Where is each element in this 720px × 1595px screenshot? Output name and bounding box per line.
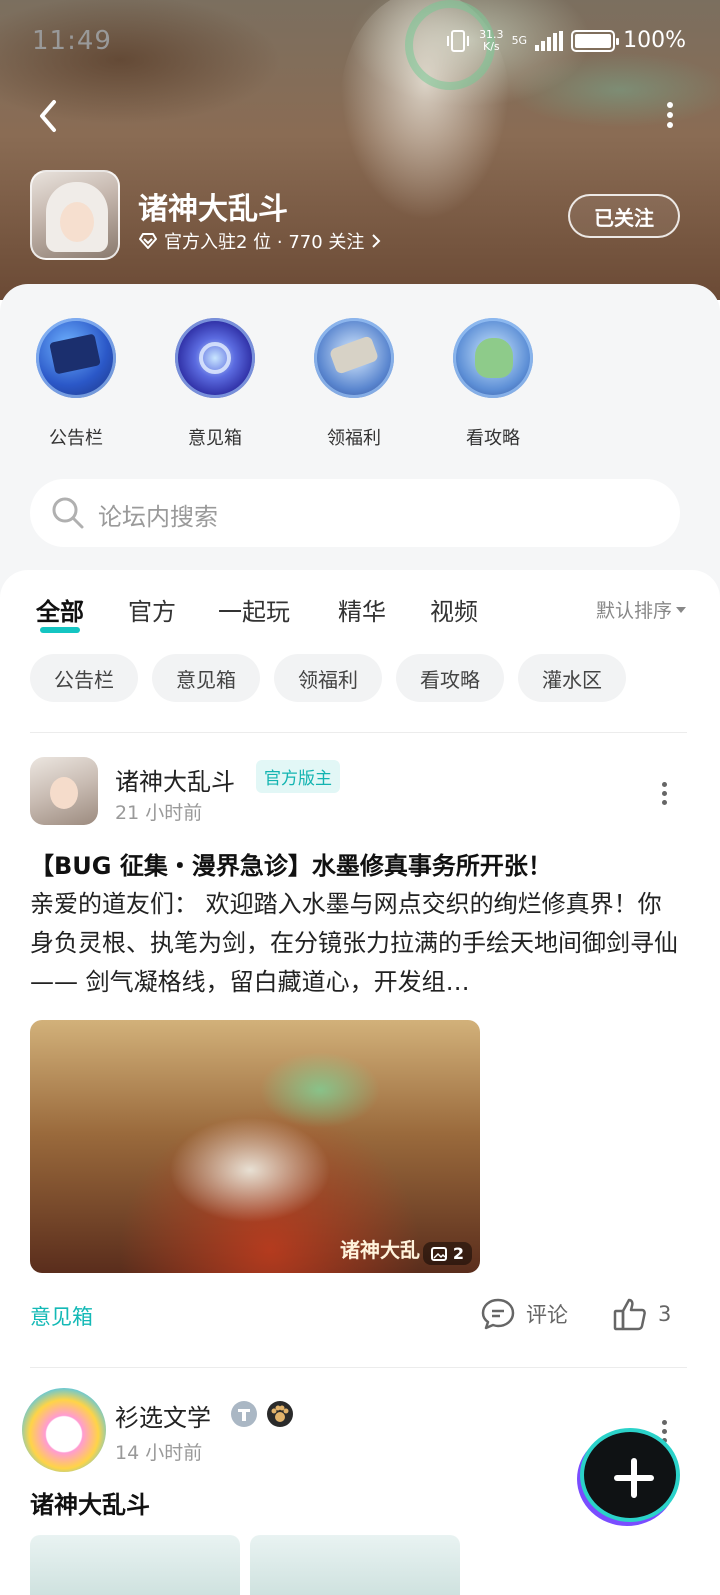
- image-count-badge: 2: [422, 1242, 472, 1265]
- image-count: 2: [452, 1244, 464, 1263]
- comment-label: 评论: [526, 1303, 568, 1327]
- shortcut-label: 意见箱: [188, 428, 242, 449]
- status-bar: 11:49 31.3 K/s 5G 100%: [0, 26, 720, 60]
- thumbs-up-icon: [613, 1298, 646, 1331]
- author-avatar[interactable]: [30, 757, 98, 825]
- battery-icon: [571, 29, 620, 52]
- search-input[interactable]: 论坛内搜索: [30, 479, 680, 547]
- game-avatar: [30, 170, 120, 260]
- net-speed: 31.3 K/s: [479, 27, 504, 53]
- tab-featured[interactable]: 精华: [338, 592, 386, 627]
- post-time: 14 小时前: [115, 1442, 203, 1464]
- shortcut-label: 看攻略: [466, 428, 520, 449]
- guide-icon: [453, 318, 533, 398]
- post-thumbnails: [30, 1535, 460, 1595]
- shortcut-label: 公告栏: [49, 428, 103, 449]
- follow-button[interactable]: 已关注: [568, 194, 680, 238]
- network-type: 5G: [511, 34, 528, 47]
- post-author[interactable]: 衫选文学: [115, 1398, 211, 1433]
- chip-feedback[interactable]: 意见箱: [152, 654, 260, 702]
- like-button[interactable]: 3: [612, 1297, 671, 1331]
- chip-water[interactable]: 灌水区: [518, 654, 626, 702]
- battery-level: 100%: [623, 28, 686, 53]
- image-watermark: 诸神大乱: [340, 1238, 420, 1262]
- more-icon[interactable]: [660, 100, 680, 130]
- tab-video[interactable]: 视频: [430, 592, 478, 627]
- category-chips: 公告栏 意见箱 领福利 看攻略 灌水区: [30, 654, 626, 702]
- divider: [30, 732, 687, 733]
- chip-welfare[interactable]: 领福利: [274, 654, 382, 702]
- sort-dropdown[interactable]: 默认排序: [596, 596, 686, 623]
- shortcut-bulletin[interactable]: 公告栏: [16, 318, 136, 450]
- post-tag[interactable]: 意见箱: [30, 1301, 93, 1331]
- tab-all[interactable]: 全部: [36, 592, 84, 633]
- net-speed-unit: K/s: [482, 39, 500, 53]
- post-more-icon[interactable]: [660, 782, 668, 805]
- shortcut-feedback[interactable]: 意见箱: [155, 318, 275, 450]
- back-icon[interactable]: [30, 96, 70, 136]
- post-author[interactable]: 诸神大乱斗: [115, 762, 235, 797]
- create-post-button[interactable]: [580, 1428, 680, 1522]
- shortcut-guide[interactable]: 看攻略: [433, 318, 553, 450]
- shortcut-row: 公告栏 意见箱 领福利 看攻略: [0, 318, 720, 450]
- search-placeholder: 论坛内搜索: [98, 503, 218, 531]
- level-badge-icon: [231, 1401, 257, 1427]
- post-body[interactable]: 亲爱的道友们： 欢迎踏入水墨与网点交织的绚烂修真界！你身负灵根、执笔为剑，在分镜…: [30, 885, 680, 1002]
- vibrate-icon: [447, 29, 470, 52]
- comment-icon: [481, 1298, 515, 1330]
- post-thumbnail[interactable]: [250, 1535, 460, 1595]
- author-avatar[interactable]: [22, 1388, 106, 1472]
- tab-play-together[interactable]: 一起玩: [218, 592, 290, 627]
- diamond-icon: [139, 233, 157, 249]
- sort-label: 默认排序: [595, 600, 672, 622]
- search-icon: [52, 497, 84, 529]
- caret-down-icon: [676, 606, 686, 613]
- divider: [30, 1367, 687, 1368]
- tab-bar: 全部 官方 一起玩 精华 视频 默认排序: [0, 592, 720, 642]
- shortcut-label: 领福利: [327, 428, 381, 449]
- signal-icon: [535, 30, 564, 51]
- chevron-right-icon: [372, 234, 381, 248]
- welfare-icon: [314, 318, 394, 398]
- tab-official[interactable]: 官方: [128, 592, 176, 627]
- game-meta-text: 官方入驻2 位 · 770 关注: [164, 232, 365, 253]
- bulletin-icon: [36, 318, 116, 398]
- post-title[interactable]: 【BUG 征集・漫界急诊】水墨修真事务所开张！: [30, 846, 552, 881]
- chip-guide[interactable]: 看攻略: [396, 654, 504, 702]
- post-title[interactable]: 诸神大乱斗: [30, 1485, 150, 1520]
- post-image[interactable]: 诸神大乱 2: [30, 1020, 480, 1273]
- post-thumbnail[interactable]: [30, 1535, 240, 1595]
- post-time: 21 小时前: [115, 802, 203, 824]
- game-meta[interactable]: 官方入驻2 位 · 770 关注: [138, 228, 382, 254]
- status-time: 11:49: [32, 26, 112, 56]
- shortcut-welfare[interactable]: 领福利: [294, 318, 414, 450]
- net-speed-value: 31.3: [479, 27, 504, 41]
- image-icon: [430, 1246, 447, 1261]
- chip-bulletin[interactable]: 公告栏: [30, 654, 138, 702]
- official-badge: 官方版主: [256, 760, 340, 793]
- paw-badge-icon: [267, 1401, 293, 1427]
- feedback-icon: [175, 318, 255, 398]
- like-count: 3: [658, 1302, 672, 1326]
- comment-button[interactable]: 评论: [480, 1297, 568, 1331]
- game-title: 诸神大乱斗: [138, 192, 288, 227]
